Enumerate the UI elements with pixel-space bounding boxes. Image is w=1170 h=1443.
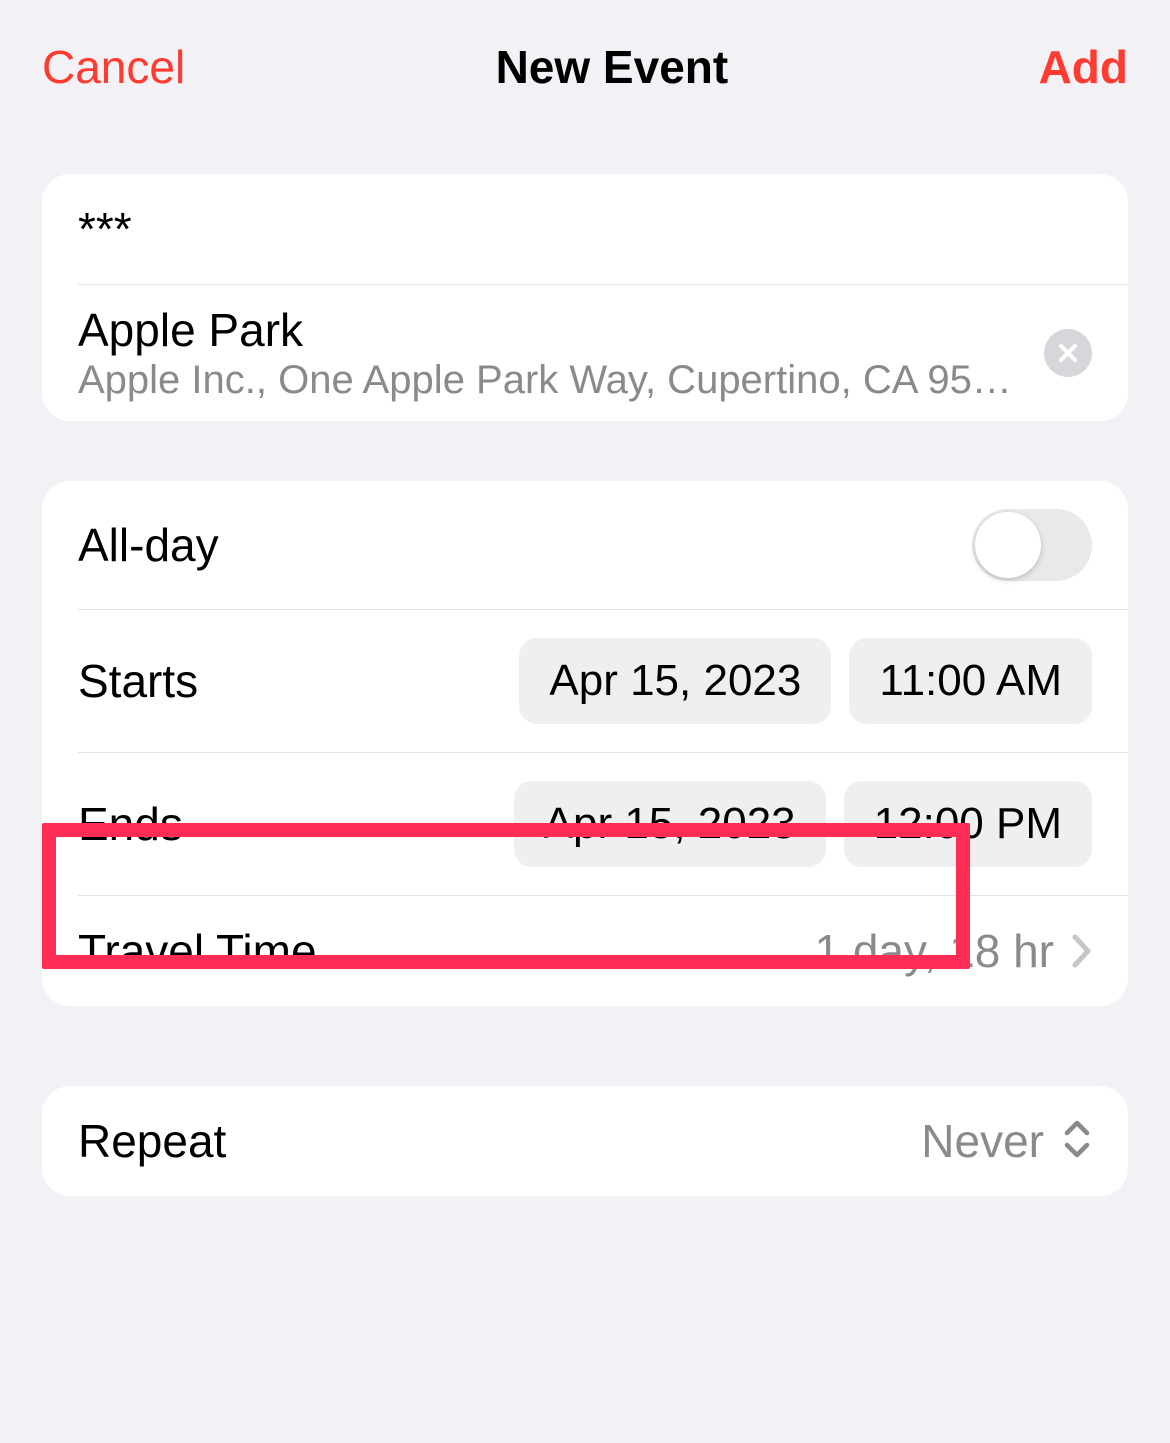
- travel-time-value: 1 day, 18 hr: [814, 924, 1054, 978]
- sheet-title: New Event: [496, 40, 729, 94]
- location-row[interactable]: Apple Park Apple Inc., One Apple Park Wa…: [42, 285, 1128, 421]
- repeat-row[interactable]: Repeat Never: [42, 1086, 1128, 1196]
- starts-date-button[interactable]: Apr 15, 2023: [519, 638, 831, 724]
- ends-label: Ends: [78, 797, 514, 851]
- repeat-label: Repeat: [78, 1114, 921, 1168]
- ends-row: Ends Apr 15, 2023 12:00 PM: [42, 753, 1128, 895]
- starts-label: Starts: [78, 654, 519, 708]
- datetime-group: All-day Starts Apr 15, 2023 11:00 AM End…: [42, 481, 1128, 1006]
- allday-toggle[interactable]: [972, 509, 1092, 581]
- toggle-knob: [975, 512, 1041, 578]
- title-row[interactable]: [42, 174, 1128, 284]
- repeat-group: Repeat Never: [42, 1086, 1128, 1196]
- add-button[interactable]: Add: [1039, 40, 1128, 94]
- location-name: Apple Park: [78, 303, 1024, 358]
- location-address: Apple Inc., One Apple Park Way, Cupertin…: [78, 358, 1024, 403]
- allday-label: All-day: [78, 518, 972, 572]
- starts-time-button[interactable]: 11:00 AM: [849, 638, 1092, 724]
- nav-bar: Cancel New Event Add: [0, 10, 1170, 134]
- clear-location-button[interactable]: [1044, 329, 1092, 377]
- chevron-right-icon: [1072, 934, 1092, 968]
- new-event-sheet: Cancel New Event Add Apple Park Apple In…: [0, 0, 1170, 1443]
- ends-date-button[interactable]: Apr 15, 2023: [514, 781, 826, 867]
- ends-time-button[interactable]: 12:00 PM: [844, 781, 1092, 867]
- travel-time-label: Travel Time: [78, 924, 814, 978]
- starts-row: Starts Apr 15, 2023 11:00 AM: [42, 610, 1128, 752]
- cancel-button[interactable]: Cancel: [42, 40, 185, 94]
- travel-time-row[interactable]: Travel Time 1 day, 18 hr: [42, 896, 1128, 1006]
- close-icon: [1057, 342, 1079, 364]
- title-location-group: Apple Park Apple Inc., One Apple Park Wa…: [42, 174, 1128, 421]
- updown-icon: [1062, 1118, 1092, 1165]
- allday-row: All-day: [42, 481, 1128, 609]
- repeat-value: Never: [921, 1114, 1044, 1168]
- event-title-input[interactable]: [78, 202, 1092, 256]
